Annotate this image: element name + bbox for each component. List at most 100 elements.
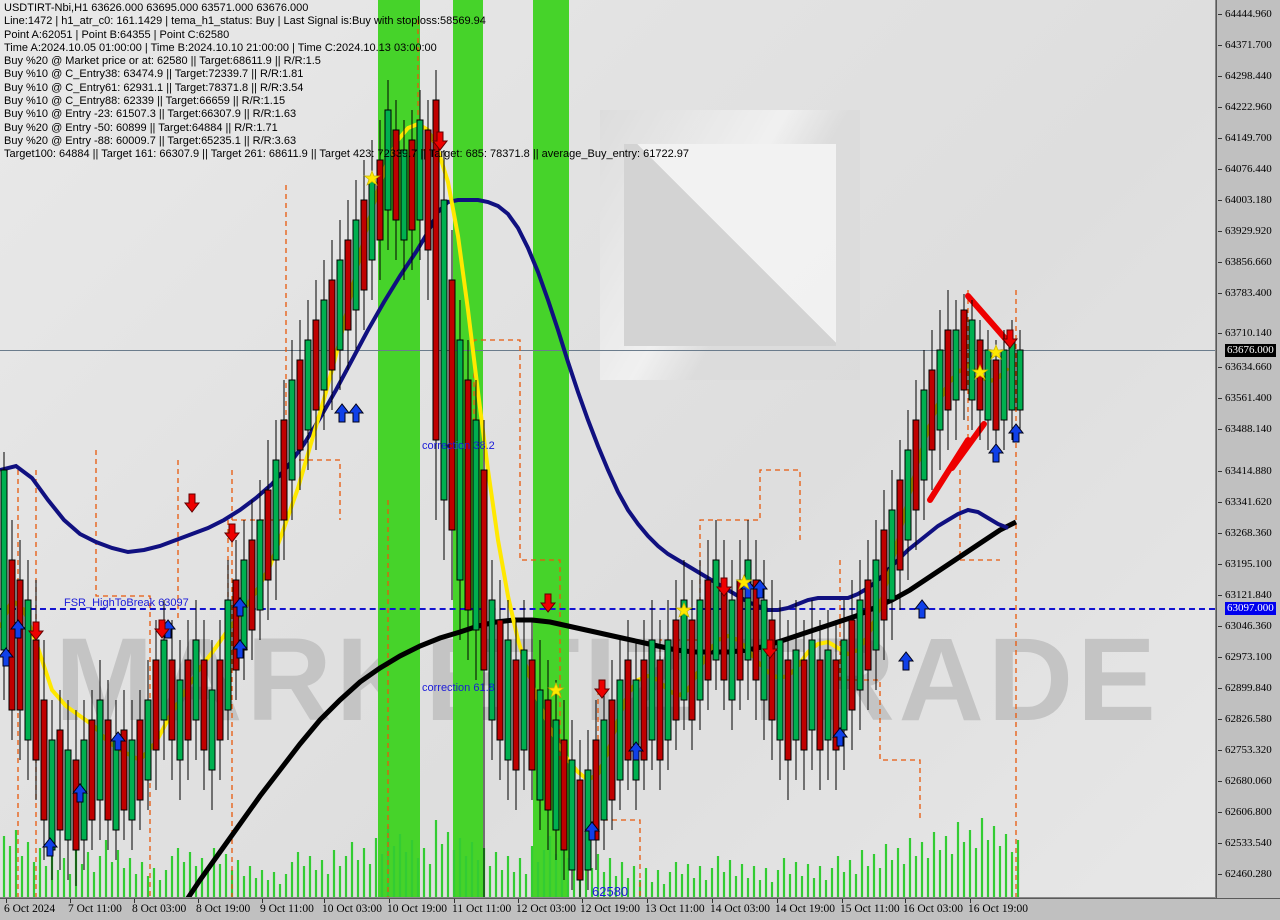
price-tick-mark (1218, 333, 1222, 334)
price-tick-mark (1218, 398, 1222, 399)
price-tick-mark (1218, 429, 1222, 430)
time-tick-label: 7 Oct 11:00 (68, 903, 122, 915)
time-tick-label: 14 Oct 03:00 (710, 903, 771, 915)
price-tick-label: 62826.580 (1225, 713, 1272, 725)
price-tick-mark (1218, 169, 1222, 170)
time-tick-mark (518, 899, 519, 903)
correction-618-label: correction 61.8 (422, 682, 495, 694)
price-tick: 63121.840 (1217, 589, 1280, 602)
chart-plot-area[interactable]: MARKETIZ TRADE correction 38.2 correctio… (0, 0, 1216, 898)
price-tick: 63341.620 (1217, 496, 1280, 509)
price-tick: 62680.060 (1217, 775, 1280, 788)
price-tick-label: 62680.060 (1225, 775, 1272, 787)
price-tick-mark (1218, 533, 1222, 534)
time-scale[interactable]: 6 Oct 2024 7 Oct 11:00 8 Oct 03:00 8 Oct 19… (0, 898, 1280, 920)
price-tick-mark (1218, 200, 1222, 201)
price-tick-label: 63341.620 (1225, 496, 1272, 508)
time-tick-mark (134, 899, 135, 903)
price-tick-label: 63676.000 (1225, 344, 1276, 357)
price-tick-label: 64371.700 (1225, 39, 1272, 51)
fsr-hightobreak-label: FSR_HighToBreak 63097 (64, 597, 189, 609)
time-tick-label: 11 Oct 11:00 (452, 903, 512, 915)
price-tick: 62973.100 (1217, 651, 1280, 664)
price-tick: 63929.920 (1217, 225, 1280, 238)
price-tick-label: 64222.960 (1225, 101, 1272, 113)
time-tick-label: 10 Oct 19:00 (387, 903, 448, 915)
price-tick-label: 63121.840 (1225, 589, 1272, 601)
price-tick-mark (1218, 14, 1222, 15)
price-tick-mark (1218, 107, 1222, 108)
price-tick-mark (1218, 471, 1222, 472)
time-tick-label: 16 Oct 19:00 (968, 903, 1029, 915)
price-tick: 62753.320 (1217, 744, 1280, 757)
price-tick-mark (1218, 750, 1222, 751)
price-tick: 63268.360 (1217, 527, 1280, 540)
price-tick-label: 62753.320 (1225, 744, 1272, 756)
time-tick-label: 6 Oct 2024 (4, 903, 56, 915)
time-tick-mark (647, 899, 648, 903)
price-tick-label: 63856.660 (1225, 256, 1272, 268)
price-tick-label: 63195.100 (1225, 558, 1272, 570)
price-tick: 62533.540 (1217, 837, 1280, 850)
current-price-tag: 63676.000 (1217, 344, 1280, 357)
price-tick-label: 62533.540 (1225, 837, 1272, 849)
price-tick-label: 64003.180 (1225, 194, 1272, 206)
price-tick-label: 63097.000 (1225, 602, 1276, 615)
price-tick-label: 63634.660 (1225, 361, 1272, 373)
price-tick-mark (1218, 564, 1222, 565)
price-tick: 62606.800 (1217, 806, 1280, 819)
chart-window: MARKETIZ TRADE correction 38.2 correctio… (0, 0, 1280, 920)
time-tick-mark (6, 899, 7, 903)
price-tick-label: 63710.140 (1225, 327, 1272, 339)
price-tick: 64298.440 (1217, 70, 1280, 83)
price-tick-mark (1218, 843, 1222, 844)
price-tick: 63488.140 (1217, 423, 1280, 436)
price-tick: 64222.960 (1217, 101, 1280, 114)
price-tick-label: 63268.360 (1225, 527, 1272, 539)
time-tick-mark (842, 899, 843, 903)
price-tick: 64149.700 (1217, 132, 1280, 145)
time-tick-label: 10 Oct 03:00 (322, 903, 383, 915)
price-tick-mark (1218, 262, 1222, 263)
price-tick-mark (1218, 781, 1222, 782)
price-tick-label: 63561.400 (1225, 392, 1272, 404)
time-tick-label: 8 Oct 19:00 (196, 903, 251, 915)
price-tick: 63414.880 (1217, 465, 1280, 478)
price-tick-mark (1218, 231, 1222, 232)
price-tick-label: 64076.440 (1225, 163, 1272, 175)
price-tick: 63856.660 (1217, 256, 1280, 269)
price-tick-label: 62973.100 (1225, 651, 1272, 663)
price-tick-mark (1218, 719, 1222, 720)
time-tick-mark (905, 899, 906, 903)
price-tick-mark (1218, 626, 1222, 627)
price-tick: 63710.140 (1217, 327, 1280, 340)
price-tick: 63046.360 (1217, 620, 1280, 633)
price-tick-mark (1218, 688, 1222, 689)
time-tick-mark (262, 899, 263, 903)
alt-price-tag: 63097.000 (1217, 602, 1280, 615)
price-tick-mark (1218, 293, 1222, 294)
price-tick: 64444.960 (1217, 8, 1280, 21)
price-tick: 64003.180 (1217, 194, 1280, 207)
price-tick: 63561.400 (1217, 392, 1280, 405)
time-tick-mark (324, 899, 325, 903)
time-tick-mark (582, 899, 583, 903)
price-tick-label: 64444.960 (1225, 8, 1272, 20)
time-tick-label: 12 Oct 19:00 (580, 903, 641, 915)
price-tick-label: 63046.360 (1225, 620, 1272, 632)
candlestick-series (0, 70, 1024, 897)
price-tick: 63783.400 (1217, 287, 1280, 300)
price-tick-mark (1218, 502, 1222, 503)
time-tick-mark (712, 899, 713, 903)
price-tick: 63634.660 (1217, 361, 1280, 374)
time-tick-label: 16 Oct 03:00 (903, 903, 964, 915)
time-tick-label: 12 Oct 03:00 (516, 903, 577, 915)
time-tick-mark (70, 899, 71, 903)
price-tick-mark (1218, 367, 1222, 368)
price-tick-label: 63783.400 (1225, 287, 1272, 299)
time-tick-label: 13 Oct 11:00 (645, 903, 705, 915)
price-tick-label: 63414.880 (1225, 465, 1272, 477)
chart-drawing-layer (0, 20, 1024, 897)
price-tick: 64371.700 (1217, 39, 1280, 52)
price-scale[interactable]: 64444.960 64371.700 64298.440 64222.960 6414… (1216, 0, 1280, 898)
